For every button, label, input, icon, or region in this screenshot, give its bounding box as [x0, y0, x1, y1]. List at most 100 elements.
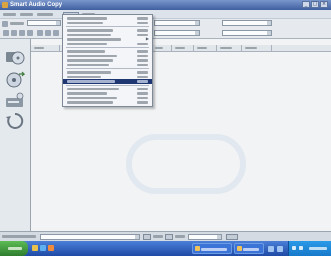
menu-item-label: [67, 63, 109, 66]
menu-label: [20, 13, 33, 16]
disc-copy-icon[interactable]: [5, 47, 25, 67]
folder-select[interactable]: [222, 30, 272, 36]
column-divider[interactable]: [271, 45, 272, 51]
menu-item-shortcut: [137, 96, 148, 99]
browse-button[interactable]: [143, 234, 151, 240]
maximize-button[interactable]: □: [311, 1, 319, 8]
stop-icon[interactable]: [11, 30, 17, 36]
browser-icon[interactable]: [40, 245, 46, 251]
menu-item-shortcut: [137, 87, 148, 90]
menu-item-shortcut: [137, 29, 148, 32]
menu-item-label: [67, 92, 107, 95]
window-icon[interactable]: [277, 246, 283, 252]
app-screen: Smart Audio Copy _ □ × ▶: [0, 0, 331, 256]
left-panel: [0, 39, 30, 231]
app-icon: [195, 246, 200, 251]
menu-item-label: [67, 29, 113, 32]
column-divider[interactable]: [216, 45, 217, 51]
title-bar[interactable]: Smart Audio Copy _ □ ×: [0, 0, 331, 10]
taskbar-item[interactable]: [234, 243, 264, 254]
app-icon: [237, 246, 242, 251]
taskbar: [0, 241, 331, 256]
toolbar-actions: [0, 28, 331, 39]
menu-item-shortcut: [137, 42, 148, 45]
taskbar-item[interactable]: [192, 243, 232, 254]
clock[interactable]: [309, 247, 327, 250]
toolbar-drive: [0, 19, 331, 28]
settings-icon[interactable]: [53, 30, 59, 36]
menu-item-label: [67, 38, 121, 41]
menu-view[interactable]: [36, 12, 54, 17]
menu-item-label: [67, 33, 111, 36]
menu-label: [3, 13, 16, 16]
menu-edit[interactable]: [19, 12, 34, 17]
column-divider[interactable]: [241, 45, 242, 51]
info-icon[interactable]: [45, 30, 51, 36]
speed-select[interactable]: [188, 234, 222, 240]
drive-select[interactable]: [27, 20, 61, 26]
menu-item[interactable]: [63, 100, 152, 105]
network-icon[interactable]: [299, 246, 303, 250]
output-path-label: [2, 235, 36, 238]
start-button[interactable]: [0, 241, 28, 256]
menu-item-shortcut: [137, 21, 148, 24]
menu-label: [37, 13, 53, 16]
refresh-icon[interactable]: [27, 30, 33, 36]
column-header[interactable]: [175, 46, 185, 49]
menu-item-shortcut: [137, 92, 148, 95]
column-header[interactable]: [197, 46, 207, 49]
folder-icon[interactable]: [32, 245, 38, 251]
status-label: [175, 235, 185, 238]
column-header[interactable]: [245, 46, 257, 49]
menu-item-label: [67, 50, 105, 53]
menu-item-label: [67, 59, 113, 62]
start-rip-button[interactable]: [226, 234, 238, 240]
menu-item-label: [67, 42, 107, 45]
cd-drive-icon[interactable]: [5, 92, 25, 112]
start-label: [8, 247, 22, 250]
menu-item-label: [67, 75, 101, 78]
menu-item-shortcut: [137, 101, 148, 104]
output-path-field[interactable]: [40, 234, 140, 240]
menu-item-shortcut: [137, 75, 148, 78]
quality-select[interactable]: [222, 20, 272, 26]
column-divider[interactable]: [59, 45, 60, 51]
disc-rip-icon[interactable]: [5, 70, 25, 90]
close-button[interactable]: ×: [320, 1, 328, 8]
background-logo: [126, 134, 246, 194]
menu-item-label: [67, 17, 107, 20]
column-header[interactable]: [220, 46, 232, 49]
window-title: Smart Audio Copy: [10, 2, 63, 8]
menu-item-shortcut: [137, 54, 148, 57]
column-header[interactable]: [155, 46, 163, 49]
output-select[interactable]: [154, 30, 200, 36]
play-icon[interactable]: [3, 30, 9, 36]
menu-item-label: [67, 54, 117, 57]
menu-item-label: [67, 87, 119, 90]
drive-label: [10, 22, 24, 25]
minimize-button[interactable]: _: [302, 1, 310, 8]
status-label: [153, 235, 163, 238]
menu-item-label: [67, 71, 111, 74]
app-icon: [2, 2, 8, 8]
format-select[interactable]: [154, 20, 200, 26]
eject-icon[interactable]: [19, 30, 25, 36]
media-icon[interactable]: [48, 245, 54, 251]
recycle-icon[interactable]: [5, 111, 25, 131]
menu-item-shortcut: [137, 59, 148, 62]
menu-file[interactable]: [2, 12, 17, 17]
window-icon[interactable]: [268, 246, 274, 252]
open-folder-button[interactable]: [165, 234, 173, 240]
menu-item-shortcut: [137, 63, 148, 66]
column-divider[interactable]: [193, 45, 194, 51]
column-header[interactable]: [34, 46, 44, 49]
menu-bar: [0, 10, 331, 19]
taskbar-item-label: [201, 248, 227, 251]
menu-item-shortcut: [137, 71, 148, 74]
menu-item-label: [67, 101, 113, 104]
select-all-icon[interactable]: [37, 30, 43, 36]
menu-item-label: [67, 21, 103, 24]
column-divider[interactable]: [171, 45, 172, 51]
menu-item-shortcut: [137, 50, 148, 53]
volume-icon[interactable]: [292, 246, 296, 250]
